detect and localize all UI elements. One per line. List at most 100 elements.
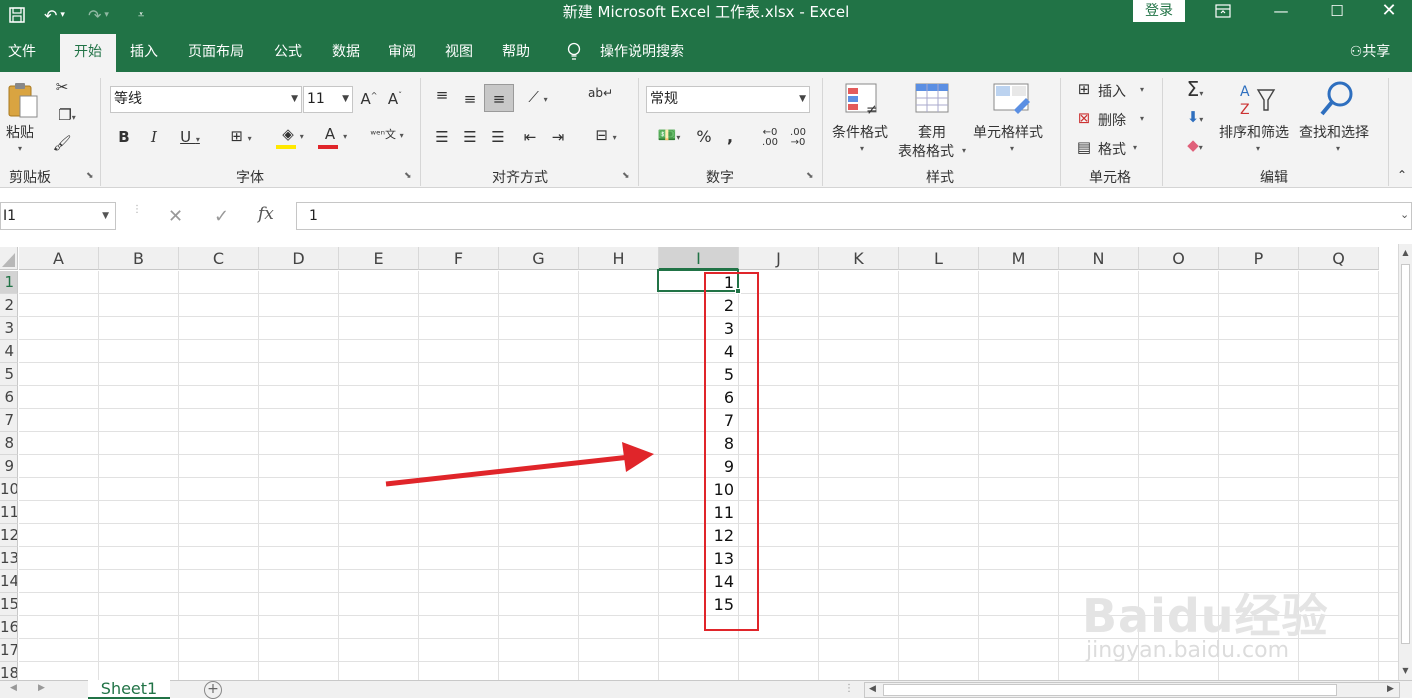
row-header-12[interactable]: 12 xyxy=(0,524,18,547)
scroll-left-icon[interactable]: ◀ xyxy=(869,684,876,694)
column-header-m[interactable]: M xyxy=(979,247,1059,270)
comma-style-icon[interactable]: , xyxy=(724,127,736,146)
tab-page-layout[interactable]: 页面布局 xyxy=(180,30,252,72)
tab-view[interactable]: 视图 xyxy=(437,30,481,72)
tab-help[interactable]: 帮助 xyxy=(494,30,538,72)
align-middle-icon[interactable]: ≡ xyxy=(460,90,480,108)
number-launcher-icon[interactable]: ⬊ xyxy=(806,171,814,181)
fill-icon[interactable]: ⬇▾ xyxy=(1176,108,1214,126)
column-header-h[interactable]: H xyxy=(579,247,659,270)
format-painter-icon[interactable]: 🖌 xyxy=(52,134,72,152)
redo-icon[interactable]: ↷ ▾ xyxy=(88,0,122,30)
cancel-icon[interactable]: ✕ xyxy=(168,206,188,227)
cell-styles-icon[interactable] xyxy=(992,80,1032,118)
row-header-14[interactable]: 14 xyxy=(0,570,18,593)
row-header-16[interactable]: 16 xyxy=(0,616,18,639)
decrease-decimal-icon[interactable]: .00 →0 xyxy=(786,128,810,148)
horizontal-scroll-thumb[interactable] xyxy=(883,684,1337,696)
align-right-icon[interactable]: ☰ xyxy=(488,128,508,146)
format-as-table-icon[interactable] xyxy=(914,80,954,118)
insert-cells-label[interactable]: 插入 xyxy=(1098,81,1126,101)
tab-home[interactable]: 开始 xyxy=(60,34,116,72)
borders-icon[interactable]: ⊞ ▾ xyxy=(222,127,260,145)
row-header-15[interactable]: 15 xyxy=(0,593,18,616)
delete-cells-icon[interactable]: ⊠ xyxy=(1074,109,1094,127)
undo-icon[interactable]: ↶ ▾ xyxy=(44,0,78,30)
column-header-c[interactable]: C xyxy=(179,247,259,270)
fill-color-icon[interactable]: ◈ ▾ xyxy=(274,125,312,149)
font-size-select[interactable]: 11 ▼ xyxy=(303,86,353,113)
cut-icon[interactable]: ✂ xyxy=(52,78,72,96)
font-color-icon[interactable]: A ▾ xyxy=(316,125,356,149)
customize-qat-icon[interactable]: ⩡ xyxy=(138,0,150,30)
clear-icon[interactable]: ◆▾ xyxy=(1176,136,1214,154)
scroll-right-icon[interactable]: ▶ xyxy=(1387,684,1394,694)
row-header-1[interactable]: 1 xyxy=(0,271,18,294)
signin-button[interactable]: 登录 xyxy=(1133,0,1185,22)
paste-label[interactable]: 粘贴 xyxy=(6,122,34,142)
column-header-a[interactable]: A xyxy=(19,247,99,270)
prev-sheet-icon[interactable]: ◀ xyxy=(10,683,17,693)
share-button[interactable]: ⚇共享 xyxy=(1340,30,1400,72)
tab-file[interactable]: 文件 xyxy=(0,30,44,72)
row-header-2[interactable]: 2 xyxy=(0,294,18,317)
find-select-icon[interactable] xyxy=(1318,78,1358,118)
paste-icon[interactable] xyxy=(6,80,42,120)
delete-cells-label[interactable]: 删除 xyxy=(1098,110,1126,130)
row-header-10[interactable]: 10 xyxy=(0,478,18,501)
underline-icon[interactable]: U ▾ xyxy=(172,128,208,146)
tab-splitter-icon[interactable]: ⋮ xyxy=(844,683,854,694)
column-header-p[interactable]: P xyxy=(1219,247,1299,270)
row-header-5[interactable]: 5 xyxy=(0,363,18,386)
conditional-format-label[interactable]: 条件格式 xyxy=(832,122,888,142)
phonetic-icon[interactable]: ʷᵉⁿ文 ▾ xyxy=(368,126,406,142)
decrease-indent-icon[interactable]: ⇤ xyxy=(520,128,540,146)
new-sheet-icon[interactable]: + xyxy=(204,681,222,699)
ribbon-display-icon[interactable] xyxy=(1200,0,1246,24)
tell-me-search[interactable]: 操作说明搜索 xyxy=(594,30,690,72)
row-header-11[interactable]: 11 xyxy=(0,501,18,524)
column-header-i[interactable]: I xyxy=(659,247,739,270)
enter-icon[interactable]: ✓ xyxy=(214,206,234,227)
format-cells-label[interactable]: 格式 xyxy=(1098,139,1126,159)
row-header-3[interactable]: 3 xyxy=(0,317,18,340)
accounting-format-icon[interactable]: 💵▾ xyxy=(650,126,688,144)
column-header-g[interactable]: G xyxy=(499,247,579,270)
column-header-o[interactable]: O xyxy=(1139,247,1219,270)
column-header-e[interactable]: E xyxy=(339,247,419,270)
autosum-icon[interactable]: Σ▾ xyxy=(1176,77,1214,101)
wrap-text-icon[interactable]: ab↵ xyxy=(588,86,613,100)
close-icon[interactable]: ✕ xyxy=(1366,0,1412,24)
clipboard-launcher-icon[interactable]: ⬊ xyxy=(86,171,94,181)
format-as-table-label-2[interactable]: 表格格式 xyxy=(898,141,954,161)
copy-icon[interactable]: ❐▾ xyxy=(52,106,82,124)
percent-icon[interactable]: % xyxy=(694,127,714,146)
row-header-6[interactable]: 6 xyxy=(0,386,18,409)
sheet-tab-sheet1[interactable]: Sheet1 xyxy=(88,680,170,699)
number-format-select[interactable]: 常规 ▼ xyxy=(646,86,810,113)
format-as-table-label-1[interactable]: 套用 xyxy=(918,122,946,142)
alignment-launcher-icon[interactable]: ⬊ xyxy=(622,171,630,181)
row-header-8[interactable]: 8 xyxy=(0,432,18,455)
font-name-select[interactable]: 等线 ▼ xyxy=(110,86,302,113)
column-header-k[interactable]: K xyxy=(819,247,899,270)
sort-filter-icon[interactable]: AZ xyxy=(1238,80,1278,118)
vertical-scroll-thumb[interactable] xyxy=(1401,264,1410,644)
cell-styles-label[interactable]: 单元格样式 xyxy=(973,122,1043,142)
insert-cells-icon[interactable]: ⊞ xyxy=(1074,80,1094,98)
align-bottom-icon[interactable]: ≡ xyxy=(484,84,514,112)
increase-font-icon[interactable]: A^ xyxy=(360,90,378,108)
vertical-scrollbar[interactable]: ▲ ▼ xyxy=(1398,244,1412,680)
increase-decimal-icon[interactable]: ←0.00 xyxy=(758,128,782,148)
row-header-18[interactable]: 18 xyxy=(0,662,18,680)
column-header-n[interactable]: N xyxy=(1059,247,1139,270)
align-left-icon[interactable]: ☰ xyxy=(432,128,452,146)
merge-center-icon[interactable]: ⊟ ▾ xyxy=(586,126,626,144)
next-sheet-icon[interactable]: ▶ xyxy=(38,683,45,693)
save-icon[interactable] xyxy=(8,0,30,30)
column-header-q[interactable]: Q xyxy=(1299,247,1379,270)
sort-filter-label[interactable]: 排序和筛选 xyxy=(1219,122,1289,142)
tab-review[interactable]: 审阅 xyxy=(380,30,424,72)
insert-function-icon[interactable]: fx xyxy=(258,204,280,224)
conditional-format-icon[interactable]: ≠ xyxy=(844,80,884,118)
